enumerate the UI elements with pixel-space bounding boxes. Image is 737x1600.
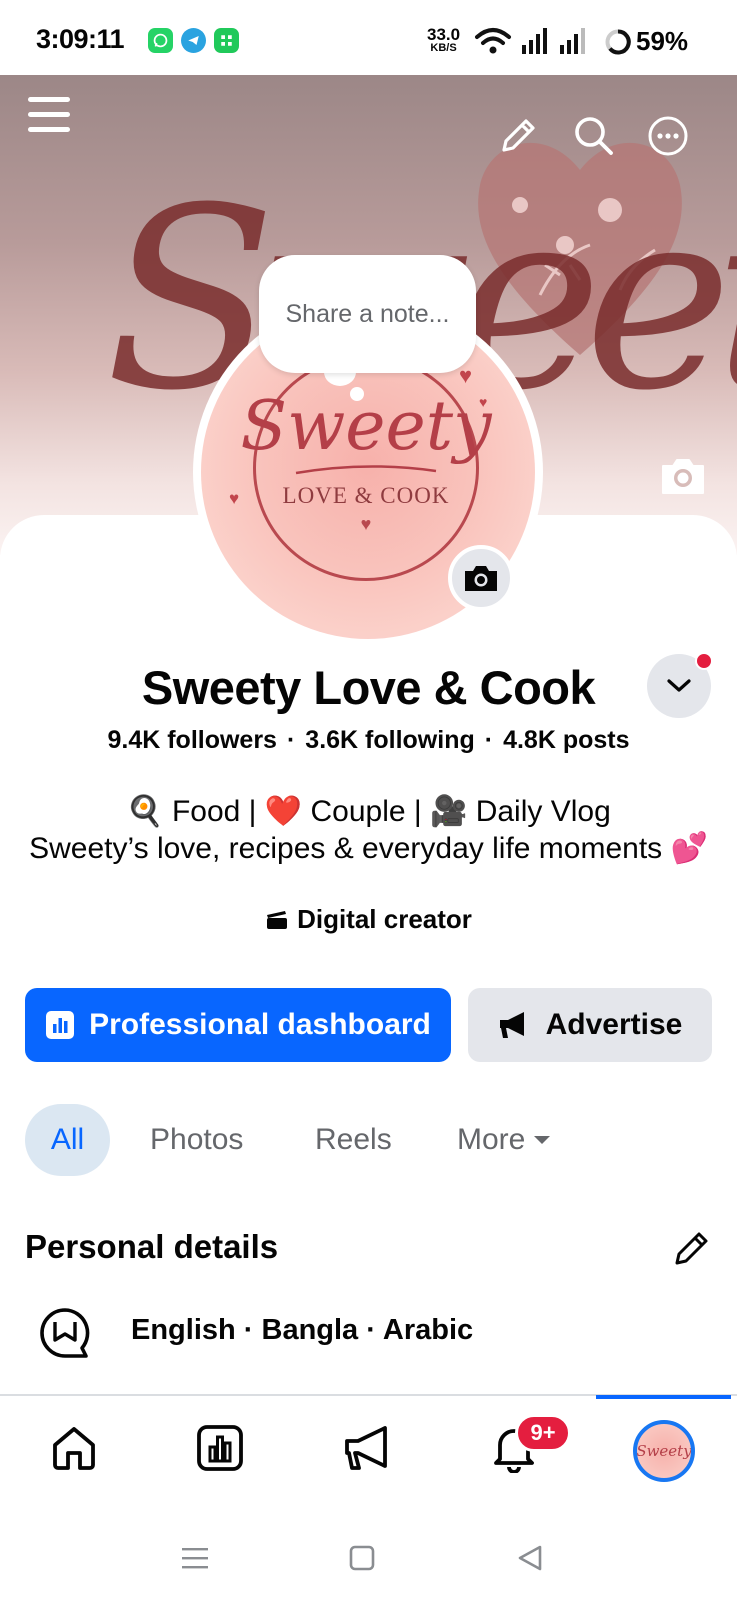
heart-icon: ♥ (360, 514, 372, 534)
green-app-icon (214, 28, 239, 53)
profile-name: Sweety Love & Cook (141, 661, 596, 714)
megaphone-icon (345, 1426, 387, 1470)
menu-icon[interactable] (26, 94, 72, 136)
wifi-icon (475, 28, 511, 54)
camera-icon (465, 566, 497, 591)
tab-all[interactable]: All (25, 1104, 110, 1176)
nav-home[interactable] (44, 1418, 104, 1478)
tab-all-label: All (50, 1123, 85, 1156)
network-speed-value: 33.0 (427, 25, 461, 44)
cell-signal-icon (522, 28, 547, 54)
back-icon[interactable] (510, 1538, 550, 1578)
followers-count[interactable]: 9.4K followers (107, 726, 277, 754)
tab-reels-label: Reels (315, 1123, 392, 1156)
search-icon[interactable] (570, 112, 616, 158)
battery: 59% (604, 26, 688, 57)
caret-down-icon (534, 1136, 551, 1144)
share-note-placeholder: Share a note... (285, 299, 450, 328)
advertise-button[interactable]: Advertise (468, 988, 712, 1062)
more-options-icon[interactable] (646, 114, 690, 158)
cover-camera-icon[interactable] (658, 454, 708, 498)
profile-category: Digital creator (0, 904, 737, 935)
home-icon (53, 1427, 95, 1470)
category-label: Digital creator (297, 904, 472, 934)
heart-icon: ♥ (229, 489, 240, 508)
tab-more[interactable]: More (457, 1104, 551, 1176)
bio-line-2: Sweety’s love, recipes & everyday life m… (29, 832, 708, 865)
share-note-bubble[interactable]: Share a note... (259, 255, 476, 373)
network-speed: 33.0 KB/S (427, 26, 460, 54)
chevron-down-icon (667, 679, 691, 692)
dashboard-icon (46, 1011, 75, 1039)
bio-line-1: 🍳 Food | ❤️ Couple | 🎥 Daily Vlog (126, 795, 611, 828)
avatar-logo-script: Sweety (240, 387, 492, 466)
avatar-logo-badge: Sweety LOVE & COOK ♥ (241, 355, 492, 581)
whatsapp-icon (148, 28, 173, 53)
nav-dashboard[interactable] (190, 1418, 250, 1478)
advertise-label: Advertise (545, 1008, 683, 1041)
battery-percent: 59% (636, 26, 689, 56)
signal-icons (474, 26, 588, 56)
nav-avatar-text: Sweety (636, 1442, 692, 1460)
tab-more-label: More (457, 1123, 526, 1156)
posts-count[interactable]: 4.8K posts (503, 726, 629, 754)
system-nav-bar (0, 1500, 737, 1600)
cell-signal-2-icon (560, 28, 585, 54)
professional-dashboard-label: Professional dashboard (89, 1008, 431, 1041)
nav-ads[interactable] (338, 1418, 398, 1478)
profile-stats: 9.4K followers · 3.6K following · 4.8K posts (0, 726, 737, 755)
tab-photos[interactable]: Photos (150, 1104, 243, 1176)
notification-dot (695, 652, 713, 670)
clapperboard-icon (267, 910, 288, 929)
stats-separator: · (484, 726, 494, 754)
status-bar: 3:09:11 33.0 KB/S 59% (0, 0, 737, 75)
system-home-icon[interactable] (342, 1538, 382, 1578)
profile-bio: 🍳 Food | ❤️ Couple | 🎥 Daily Vlog Sweety… (0, 793, 737, 867)
heart-icon: ♥ (459, 363, 473, 388)
tab-reels[interactable]: Reels (315, 1104, 392, 1176)
stats-separator: · (286, 726, 296, 754)
avatar-camera-button[interactable] (448, 545, 514, 611)
note-bubble-tail-dot (350, 387, 364, 401)
languages-list: English · Bangla · Arabic (131, 1314, 474, 1346)
language-bubble-icon (38, 1306, 92, 1360)
telegram-icon (181, 28, 206, 53)
swash-icon (295, 465, 437, 475)
megaphone-icon (499, 1012, 524, 1038)
status-time: 3:09:11 (36, 24, 125, 54)
nav-profile-avatar[interactable]: Sweety (633, 1420, 695, 1482)
notification-badge: 9+ (515, 1414, 571, 1452)
tab-photos-label: Photos (150, 1123, 244, 1156)
network-speed-unit: KB/S (430, 42, 457, 54)
following-count[interactable]: 3.6K following (305, 726, 474, 754)
pencil-icon[interactable] (672, 1228, 714, 1270)
recents-icon[interactable] (175, 1538, 215, 1578)
status-app-icons (148, 28, 239, 53)
battery-icon (605, 28, 631, 54)
dashboard-icon (197, 1425, 243, 1471)
active-tab-indicator (596, 1395, 731, 1399)
personal-details-title: Personal details (25, 1228, 279, 1265)
avatar-logo-subtitle: LOVE & COOK (282, 483, 450, 508)
professional-dashboard-button[interactable]: Professional dashboard (25, 988, 451, 1062)
pencil-icon[interactable] (496, 114, 540, 158)
